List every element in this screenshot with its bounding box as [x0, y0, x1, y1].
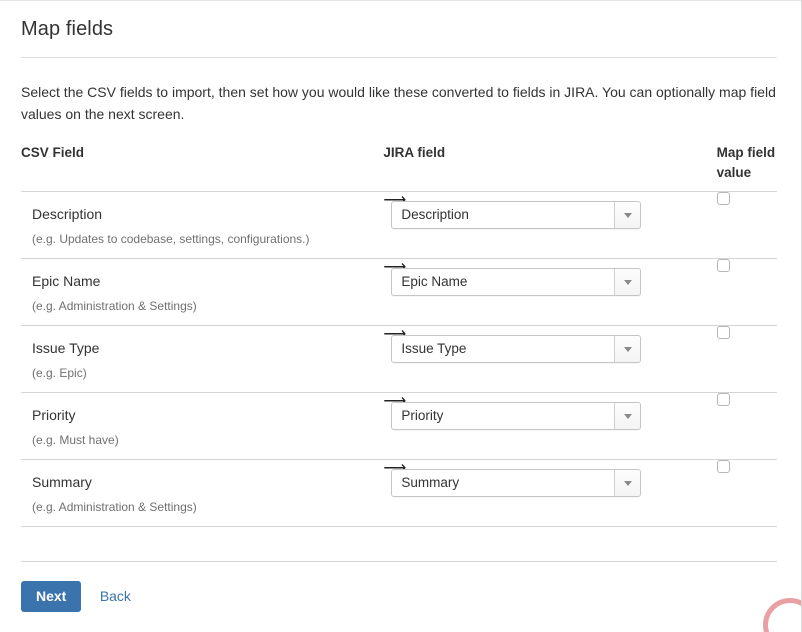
- header-jira-field: JIRA field: [383, 145, 446, 160]
- map-field-value-checkbox[interactable]: [716, 259, 730, 272]
- jira-field-cell: Summary: [383, 459, 717, 527]
- map-field-value-cell: [716, 191, 777, 259]
- map-fields-page: Map fields Select the CSV fields to impo…: [0, 0, 802, 632]
- csv-field-name: Summary: [32, 474, 92, 490]
- jira-field-select[interactable]: Issue Type: [391, 335, 642, 363]
- map-field-value-cell: [716, 392, 777, 460]
- jira-field-cell: Epic Name: [383, 258, 717, 326]
- csv-field-cell: Epic Name (e.g. Administration & Setting…: [21, 258, 384, 326]
- chevron-down-icon[interactable]: [614, 470, 641, 496]
- table-row: Priority (e.g. Must have) ⟶ Priority: [21, 392, 777, 460]
- table-row: Epic Name (e.g. Administration & Setting…: [21, 258, 777, 326]
- jira-field-select-value: Issue Type: [401, 341, 467, 356]
- map-field-value-checkbox[interactable]: [716, 326, 730, 339]
- map-field-value-checkbox[interactable]: [716, 393, 730, 406]
- back-link[interactable]: Back: [100, 588, 131, 604]
- table-row: Summary (e.g. Administration & Settings)…: [21, 459, 777, 527]
- map-field-value-cell: [716, 258, 777, 326]
- jira-field-cell: Priority: [383, 392, 717, 460]
- csv-field-example: (e.g. Epic): [32, 366, 87, 380]
- csv-field-name: Issue Type: [32, 340, 100, 356]
- next-button[interactable]: Next: [21, 581, 82, 612]
- page-content: Map fields Select the CSV fields to impo…: [0, 1, 801, 562]
- jira-field-select-value: Summary: [401, 475, 460, 490]
- jira-field-select-value: Priority: [401, 408, 444, 423]
- csv-field-cell: Priority (e.g. Must have): [21, 392, 384, 460]
- csv-field-name: Description: [32, 206, 103, 222]
- table-body: Description (e.g. Updates to codebase, s…: [21, 191, 777, 562]
- chevron-down-icon[interactable]: [614, 403, 641, 429]
- table-header: CSV Field JIRA field Map field value: [21, 143, 777, 192]
- intro-text: Select the CSV fields to import, then se…: [21, 84, 776, 122]
- chevron-down-icon[interactable]: [614, 202, 641, 228]
- csv-field-example: (e.g. Updates to codebase, settings, con…: [32, 232, 310, 246]
- spacer-cell: [383, 526, 717, 562]
- csv-field-name: Epic Name: [32, 273, 101, 289]
- jira-field-select[interactable]: Summary: [391, 469, 642, 497]
- table-spacer-row: [21, 526, 777, 562]
- map-field-value-checkbox[interactable]: [716, 460, 730, 473]
- csv-field-cell: Summary (e.g. Administration & Settings): [21, 459, 384, 527]
- field-mapping-table: CSV Field JIRA field Map field value Des…: [21, 143, 777, 562]
- jira-field-select[interactable]: Description: [391, 201, 642, 229]
- chevron-down-icon[interactable]: [614, 269, 641, 295]
- map-field-value-cell: [716, 459, 777, 527]
- csv-field-cell: Description (e.g. Updates to codebase, s…: [21, 191, 384, 259]
- page-title: Map fields: [21, 18, 114, 40]
- form-actions: Next Back: [0, 562, 801, 612]
- chevron-down-icon[interactable]: [614, 336, 641, 362]
- spacer-cell: [21, 526, 384, 562]
- map-field-value-cell: [716, 325, 777, 393]
- header-csv-field: CSV Field: [21, 145, 85, 160]
- map-field-value-checkbox[interactable]: [716, 192, 730, 205]
- table-row: Description (e.g. Updates to codebase, s…: [21, 191, 777, 259]
- jira-field-select-value: Epic Name: [401, 274, 468, 289]
- csv-field-example: (e.g. Administration & Settings): [32, 500, 197, 514]
- csv-field-example: (e.g. Must have): [32, 433, 119, 447]
- table-header-row: CSV Field JIRA field Map field value: [21, 143, 777, 192]
- header-map-field-value: Map field value: [716, 145, 776, 180]
- table-row: Issue Type (e.g. Epic) ⟶ Issue Type: [21, 325, 777, 393]
- jira-field-cell: Issue Type: [383, 325, 717, 393]
- jira-field-cell: Description: [383, 191, 717, 259]
- spacer-cell: [716, 526, 777, 562]
- csv-field-cell: Issue Type (e.g. Epic): [21, 325, 384, 393]
- csv-field-example: (e.g. Administration & Settings): [32, 299, 197, 313]
- jira-field-select[interactable]: Priority: [391, 402, 642, 430]
- csv-field-name: Priority: [32, 407, 76, 423]
- jira-field-select-value: Description: [401, 207, 469, 222]
- jira-field-select[interactable]: Epic Name: [391, 268, 642, 296]
